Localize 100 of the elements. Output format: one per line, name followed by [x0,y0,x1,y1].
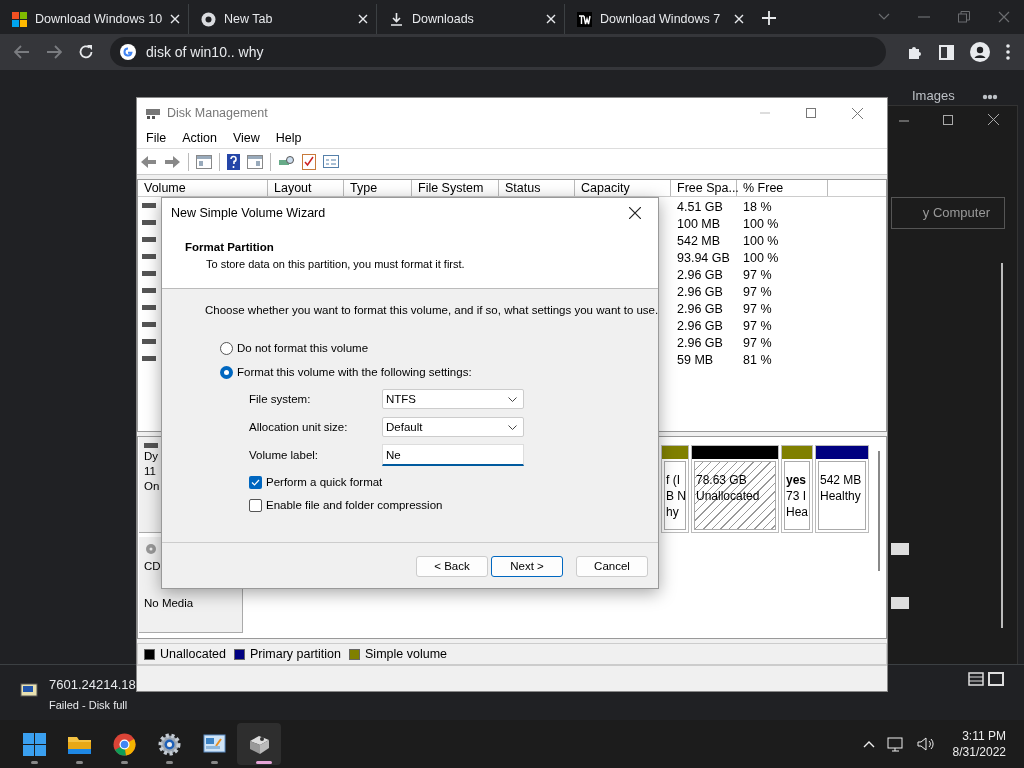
column-header[interactable]: Volume [138,180,268,196]
partition-block[interactable]: 78.63 GB Unallocated [691,445,779,533]
side-panel-icon[interactable] [939,44,954,60]
address-bar[interactable]: disk of win10.. why [110,37,886,67]
forward-arrow-icon[interactable] [164,154,181,169]
taskbar-app-button[interactable] [237,723,281,765]
maximize-icon[interactable] [943,115,953,125]
forward-arrow-icon[interactable] [46,45,62,59]
disk-drive-icon [144,443,158,449]
table-cell: 2.96 GB [677,284,723,299]
reload-icon[interactable] [78,44,94,60]
column-header[interactable]: Type [344,180,412,196]
help-icon[interactable] [227,153,240,170]
field-label: File system: [249,391,312,407]
table-cell: 81 % [743,352,772,367]
apps-grid-icon[interactable] [982,94,998,100]
checkmark-icon [251,479,260,487]
instruction-text: Choose whether you want to format this volume, and if so, what settings you want to use. [205,303,658,318]
partition-block[interactable]: 542 MB Healthy [815,445,869,533]
partition-text: Healthy [820,488,862,504]
clock-time[interactable]: 3:11 PM [962,728,1006,744]
input-field[interactable]: Ne [382,444,524,467]
panel-icon[interactable] [196,154,212,169]
dialog-button[interactable]: < Back [416,556,488,577]
file-name: 7601.24214.18 [49,676,136,694]
partition-text: Hea [786,504,808,520]
new-tab-icon[interactable] [762,11,776,25]
dialog-title: New Simple Volume Wizard [171,204,326,222]
disk-info-text: Dy [144,449,160,464]
back-arrow-icon[interactable] [140,154,157,169]
drive-icon [142,356,156,361]
column-header[interactable]: Free Spa... [671,180,737,196]
speaker-icon[interactable] [916,736,935,752]
partition-text: 78.63 GB [696,472,748,488]
partition-text: yes [786,472,808,488]
checklist-icon[interactable] [302,153,316,170]
menu-item[interactable]: View [232,128,260,148]
drive-icon [142,254,156,259]
table-cell: 97 % [743,267,772,282]
dropdown[interactable]: NTFS [382,389,524,410]
windows-logo-icon [12,11,27,27]
menu-item[interactable]: Action [182,128,217,148]
checkbox-option[interactable]: Perform a quick format [249,474,658,492]
menu-item[interactable]: Help [275,128,302,148]
disk-info-text: On [144,479,161,494]
drive-icon [142,237,156,242]
cd-drive-icon [144,543,158,555]
search-field[interactable]: y Computer [891,197,1005,229]
column-header[interactable]: Status [499,180,575,196]
radio-option[interactable]: Do not format this volume [220,339,658,359]
list-view-icon[interactable] [968,672,984,686]
more-menu-icon[interactable] [1006,44,1010,60]
table-cell: 4.51 GB [677,199,723,214]
clock-date[interactable]: 8/31/2022 [952,744,1006,760]
checkbox[interactable] [249,476,262,490]
close-icon[interactable] [988,114,999,125]
dropdown[interactable]: Default [382,417,524,438]
table-cell: 2.96 GB [677,335,723,350]
browser-tab[interactable]: Download Windows 10 [0,4,188,34]
disk-info-text: CD [144,559,162,574]
table-cell: 2.96 GB [677,301,723,316]
scrollbar[interactable] [878,451,880,571]
scrollbar[interactable] [1001,263,1003,628]
table-cell: 100 % [743,233,779,248]
restore-icon[interactable] [958,11,970,23]
dialog-button[interactable]: Next > [491,556,563,577]
chevron-up-icon[interactable] [862,740,875,748]
dialog-button[interactable]: Cancel [576,556,648,577]
checkbox-option[interactable]: Enable file and folder compression [249,497,658,515]
column-header[interactable]: % Free [737,180,828,196]
checkbox[interactable] [249,499,262,513]
disk-info-text: 11 [144,464,157,479]
partition-text: hy [666,504,680,520]
maximize-icon[interactable] [806,108,816,118]
link-text[interactable]: Images [912,89,955,103]
table-cell: 18 % [743,199,772,214]
back-arrow-icon[interactable] [14,45,30,59]
windows-logo-icon [20,730,48,758]
network-icon[interactable] [886,736,905,752]
column-header[interactable]: Capacity [575,180,671,196]
partition-block[interactable]: yes 73 I Hea [781,445,813,533]
column-header[interactable]: File System [412,180,499,196]
chevron-down-icon[interactable] [878,13,890,21]
radio-button[interactable] [220,342,233,356]
table-cell: 100 % [743,216,779,231]
drive-icon [142,220,156,225]
menu-item[interactable]: File [146,128,167,148]
partition-block[interactable]: f (I B N hy [661,445,689,533]
table-cell: 100 % [743,250,779,265]
close-icon[interactable] [629,207,641,219]
column-header[interactable]: Layout [268,180,344,196]
profile-icon[interactable] [970,42,990,62]
panel-icon[interactable] [247,154,263,169]
radio-option[interactable]: Format this volume with the following settings: [220,363,658,383]
table-cell: 97 % [743,318,772,333]
radio-button[interactable] [220,366,233,380]
puzzle-piece-icon[interactable] [907,44,923,60]
google-logo-icon [120,44,136,60]
field-label: Volume label: [249,447,320,463]
table-cell: 59 MB [677,352,714,367]
